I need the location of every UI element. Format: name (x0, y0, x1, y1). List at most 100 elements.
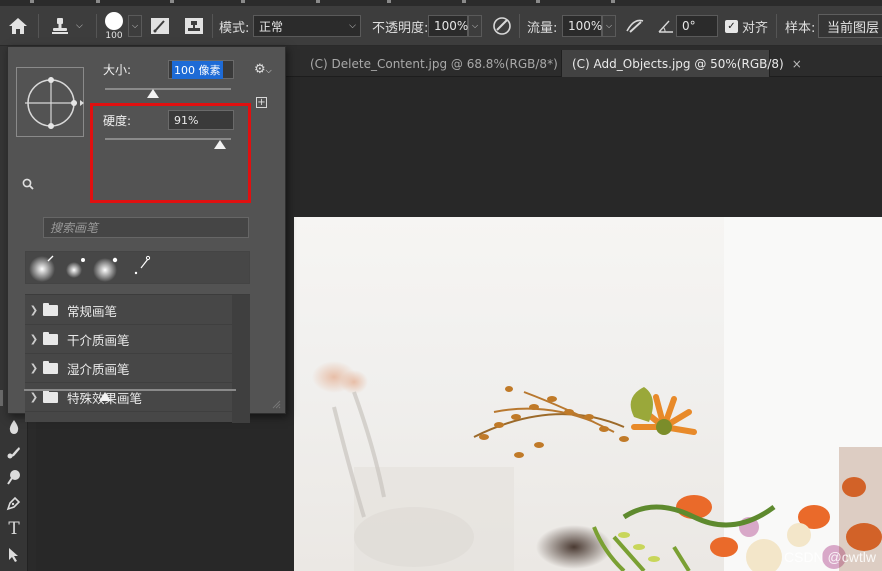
toolbar-edge (0, 390, 3, 406)
flow-label: 流量: (527, 20, 558, 36)
smudge-icon (7, 447, 20, 459)
toggle-clone-source-button[interactable] (184, 6, 204, 46)
angle-icon-wrap (658, 6, 674, 46)
recent-brushes (25, 251, 250, 284)
brush-group-dry-media[interactable]: ❯ 干介质画笔 (25, 326, 232, 354)
chevron-down-icon: ⌵ (349, 21, 356, 31)
angle-value: 0° (682, 19, 696, 33)
angle-input[interactable]: 0° (676, 15, 718, 37)
clone-stamp-icon (52, 18, 68, 34)
preview-size-slider-thumb[interactable] (99, 392, 111, 401)
soft-round-brush-icon (66, 258, 85, 278)
brush-search-placeholder: 搜索画笔 (50, 221, 99, 235)
preview-size-slider[interactable] (24, 389, 236, 391)
type-tool[interactable]: T (2, 518, 26, 540)
size-input[interactable]: 100 像素 (168, 60, 234, 79)
dodge-tool[interactable] (2, 466, 26, 488)
chevron-right-icon: ❯ (29, 392, 39, 403)
pen-tool[interactable] (2, 492, 26, 514)
flow-input[interactable]: 100% (562, 15, 602, 37)
tab-label: (C) Add_Objects.jpg @ 50%(RGB/8) (572, 56, 784, 71)
blur-drop-icon (9, 420, 19, 434)
recent-brush-hard-tiny[interactable] (123, 253, 153, 283)
smudge-tool[interactable] (2, 441, 26, 463)
close-icon[interactable]: × (792, 57, 802, 71)
document-image[interactable]: CSDN @cwtlw (294, 217, 882, 571)
align-checkbox[interactable]: ✓ 对齐 (725, 6, 768, 46)
brush-tip-preview[interactable] (16, 67, 84, 137)
brush-group-label: 湿介质画笔 (67, 362, 130, 377)
pressure-opacity-button[interactable] (491, 6, 513, 46)
preview-handle-icon (80, 100, 84, 106)
chevron-right-icon: ❯ (29, 334, 39, 345)
brush-list-scrollbar[interactable] (232, 295, 250, 423)
brush-group-label: 常规画笔 (67, 304, 118, 319)
brush-size-readout: 100 (105, 30, 123, 41)
hard-round-brush-icon (134, 255, 151, 275)
opacity-input[interactable]: 100% (428, 15, 468, 37)
pen-icon (6, 496, 21, 511)
tab-label: (C) Delete_Content.jpg @ 68.8%(RGB/8*) * (310, 56, 568, 71)
brush-preset-picker[interactable]: 100 (105, 6, 123, 46)
brush-group-general[interactable]: ❯ 常规画笔 (25, 297, 232, 325)
type-tool-icon: T (8, 519, 20, 539)
chevron-right-icon: ❯ (29, 305, 39, 316)
dodge-icon (7, 470, 20, 485)
soft-round-brush-icon (29, 255, 55, 282)
opacity-dropdown[interactable]: ⌵ (468, 15, 482, 37)
pressure-opacity-icon (493, 17, 511, 35)
toggle-brush-panel-icon (151, 18, 169, 34)
options-bar: ⌵ 100 ⌵ 模式: 正常 ⌵ 不透明度: 100% ⌵ 流量: 100% ⌵… (0, 6, 882, 46)
resize-grip-icon[interactable] (271, 399, 281, 409)
align-label: 对齐 (742, 20, 769, 36)
brush-search-input[interactable]: 搜索画笔 (43, 217, 249, 238)
mode-value: 正常 (259, 19, 284, 34)
document-tabs: (C) Delete_Content.jpg @ 68.8%(RGB/8*) *… (286, 46, 882, 77)
tab-add-objects[interactable]: (C) Add_Objects.jpg @ 50%(RGB/8) × (562, 50, 802, 77)
brush-group-wet-media[interactable]: ❯ 湿介质画笔 (25, 355, 232, 383)
chevron-right-icon: ❯ (29, 363, 39, 374)
flower-photo (312, 217, 882, 571)
size-slider[interactable] (105, 88, 231, 90)
toggle-brush-panel-button[interactable] (150, 6, 170, 46)
recent-brush-soft-medium[interactable] (91, 253, 121, 283)
pressure-flow-button[interactable] (624, 6, 646, 46)
size-slider-thumb[interactable] (146, 89, 159, 98)
sample-label: 样本: (785, 20, 816, 36)
folder-icon (43, 303, 58, 316)
mode-label: 模式: (219, 20, 250, 36)
checkbox-checked-icon: ✓ (725, 19, 738, 33)
folder-icon (43, 361, 58, 374)
pressure-flow-icon (626, 19, 644, 33)
folder-icon (43, 390, 58, 403)
soft-round-brush-icon (93, 257, 118, 282)
flow-dropdown[interactable]: ⌵ (602, 15, 616, 37)
sample-value: 当前图层 (827, 20, 880, 36)
flow-value: 100% (568, 19, 603, 33)
mode-select[interactable]: 正常 ⌵ (253, 15, 361, 37)
recent-brush-soft-large[interactable] (27, 253, 57, 283)
recent-brush-soft-small[interactable] (59, 253, 89, 283)
brush-group-list: ❯ 常规画笔 ❯ 干介质画笔 ❯ 湿介质画笔 ❯ 特殊效果画笔 (25, 294, 250, 423)
opacity-value: 100% (434, 19, 469, 33)
gear-icon: ⚙ (254, 62, 266, 77)
new-brush-button[interactable]: + (256, 97, 267, 108)
blur-tool[interactable] (2, 416, 26, 438)
tab-delete-content[interactable]: (C) Delete_Content.jpg @ 68.8%(RGB/8*) *… (300, 50, 586, 77)
folder-icon (43, 332, 58, 345)
search-icon (22, 178, 34, 190)
watermark: CSDN @cwtlw (784, 549, 876, 565)
toggle-clone-source-icon (185, 18, 203, 34)
path-selection-tool[interactable] (2, 544, 26, 566)
sample-select[interactable]: 当前图层 (818, 14, 882, 38)
home-button[interactable] (8, 6, 28, 46)
brush-group-label: 干介质画笔 (67, 333, 130, 348)
panel-settings-button[interactable]: ⚙⌵ (254, 62, 272, 77)
tool-preset-picker[interactable]: ⌵ (50, 6, 83, 46)
size-value: 100 像素 (172, 60, 223, 79)
brush-preset-icon (105, 11, 123, 30)
size-label: 大小: (103, 63, 132, 77)
opacity-label: 不透明度: (372, 20, 429, 36)
brush-preset-dropdown[interactable]: ⌵ (128, 15, 142, 37)
path-selection-icon (9, 548, 18, 562)
